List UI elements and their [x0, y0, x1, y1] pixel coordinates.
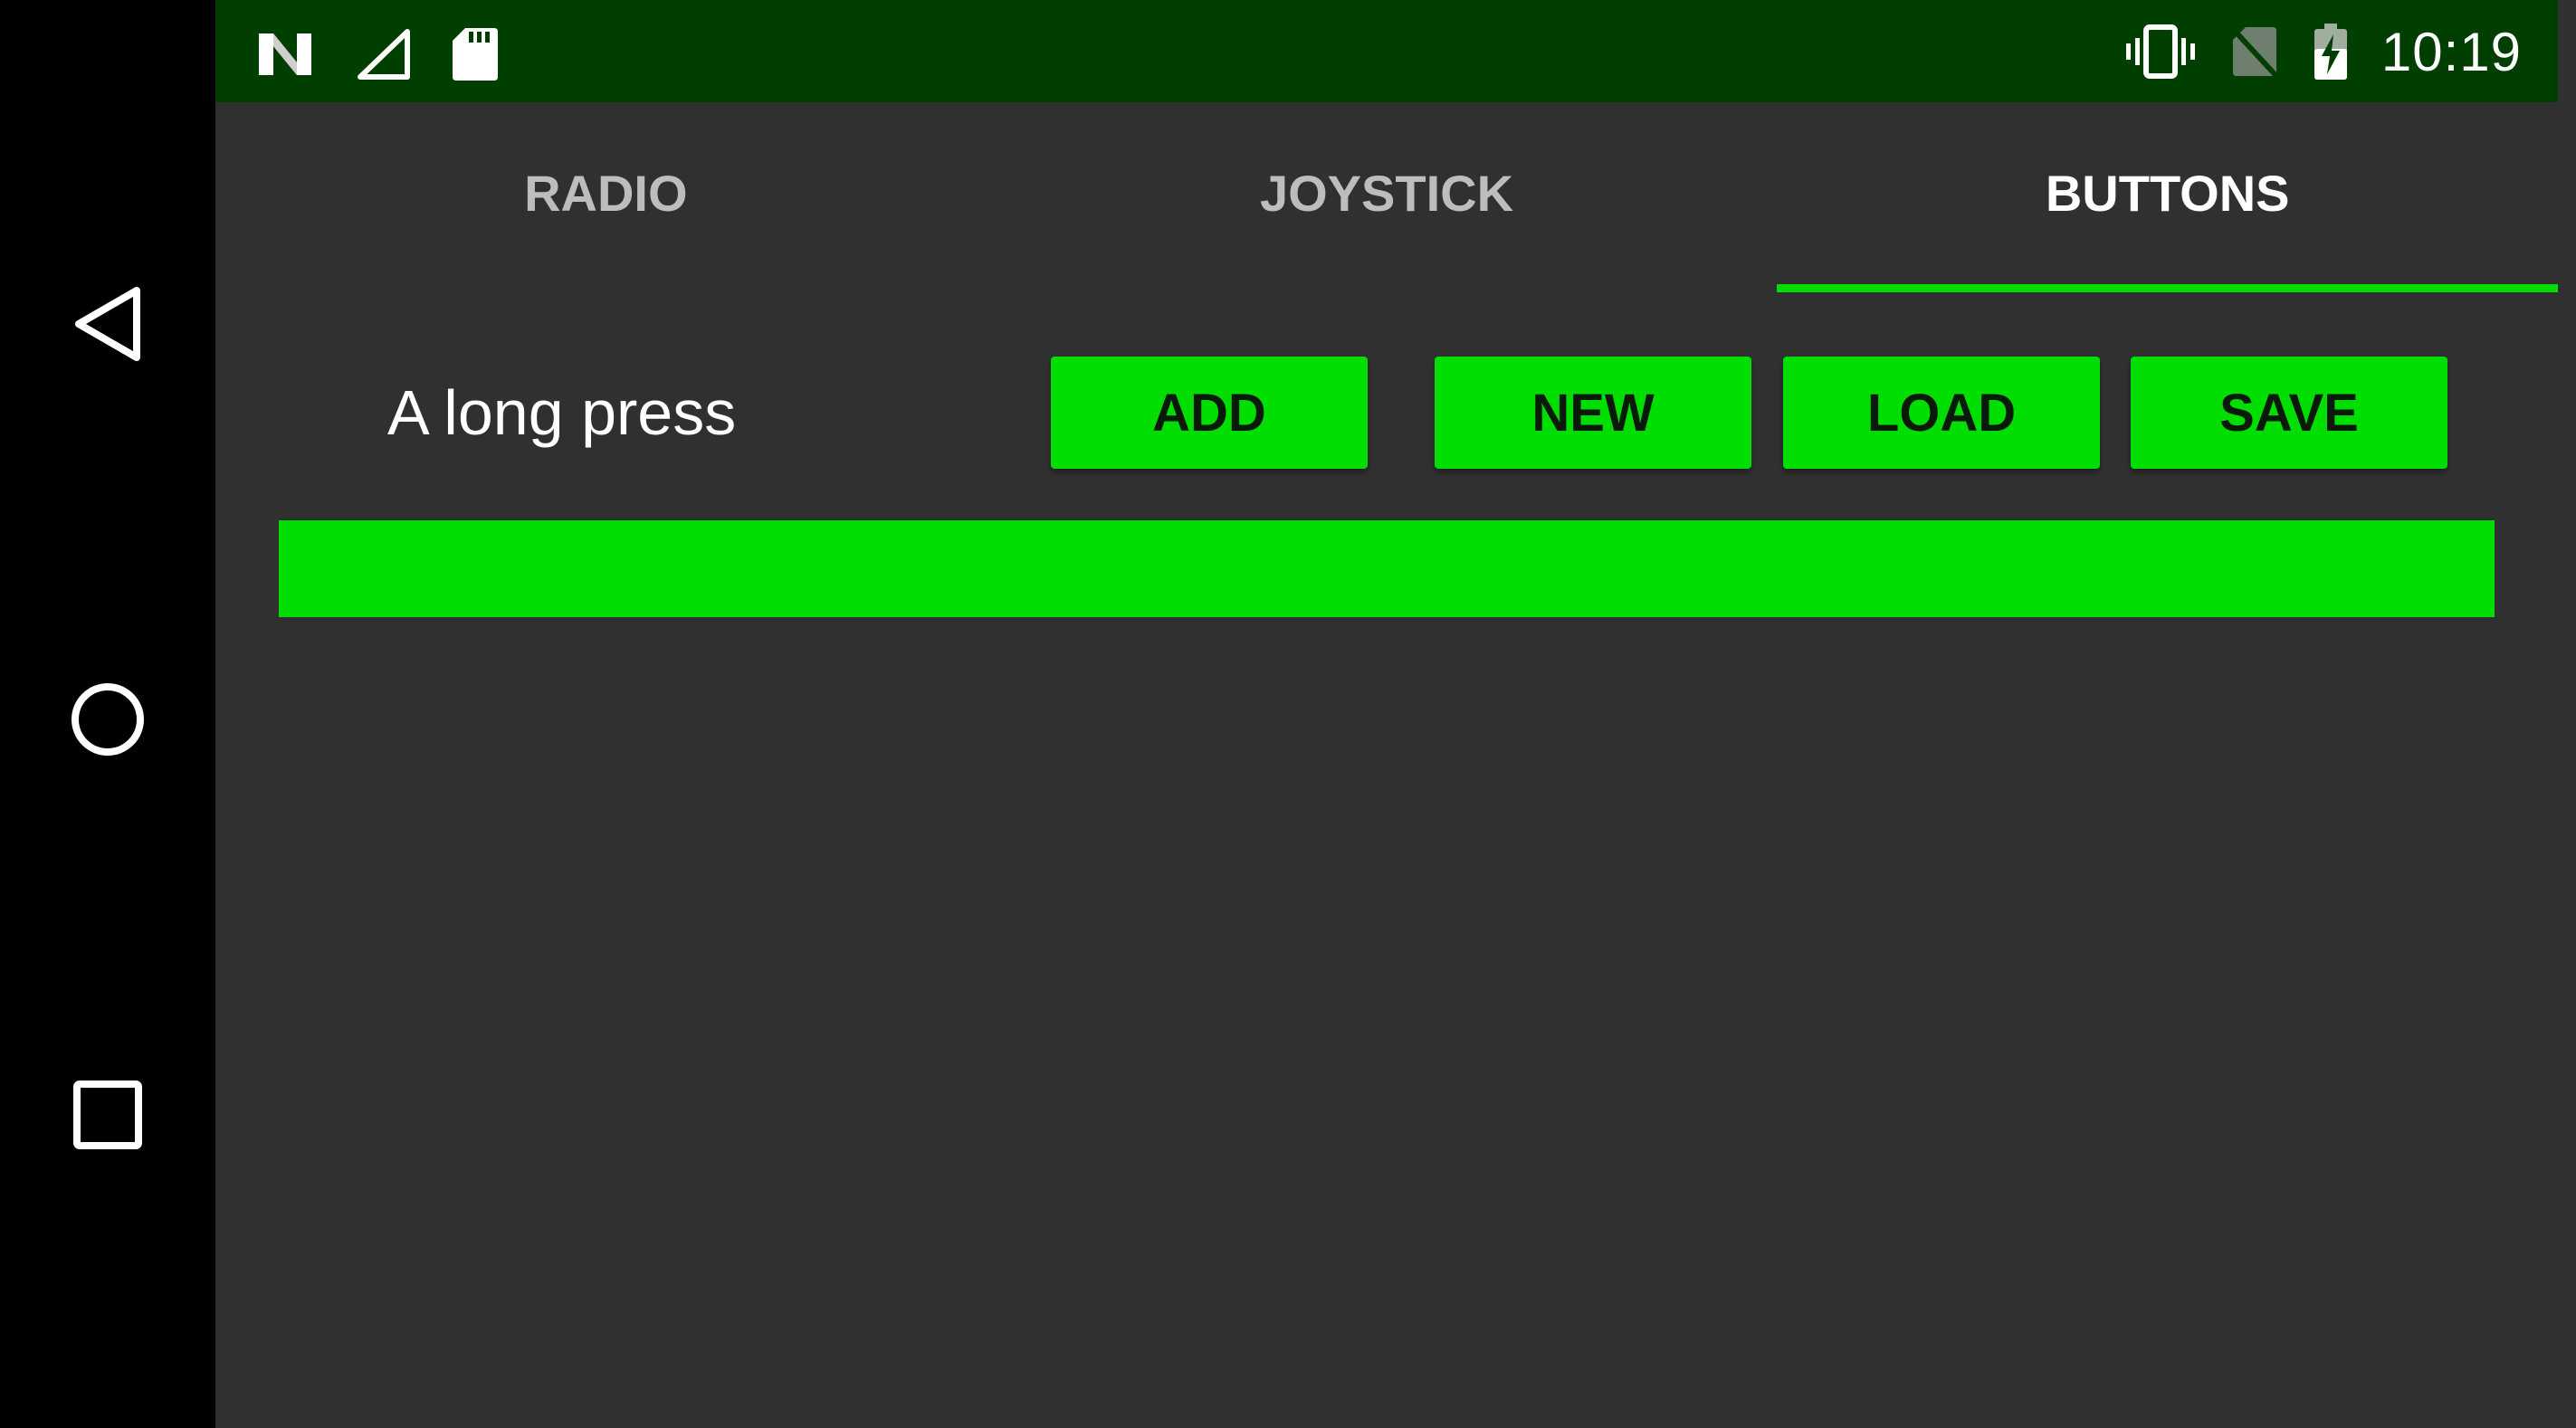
tab-buttons[interactable]: BUTTONS — [1777, 102, 2559, 292]
dropdown-selected-value: A long press — [387, 377, 737, 448]
edge-strip — [2558, 0, 2576, 1428]
green-action-button[interactable] — [279, 520, 2495, 617]
new-button[interactable]: NEW — [1435, 357, 1751, 469]
home-circle-icon — [72, 683, 144, 756]
tab-active-indicator — [1777, 284, 2559, 292]
navigation-bar — [0, 0, 215, 1428]
button-controls-row: A long press ADD NEW LOAD SAVE — [215, 357, 2558, 469]
add-button[interactable]: ADD — [1051, 357, 1368, 469]
back-button[interactable] — [62, 279, 153, 369]
device-screen: 10:19 RADIO JOYSTICK BUTTONS A long pres… — [0, 0, 2576, 1428]
load-button[interactable]: LOAD — [1783, 357, 2100, 469]
vibrate-icon — [2125, 24, 2195, 79]
sd-card-icon — [453, 28, 498, 81]
back-icon — [75, 287, 140, 361]
save-button[interactable]: SAVE — [2131, 357, 2447, 469]
status-bar: 10:19 — [215, 0, 2558, 102]
tab-bar: RADIO JOYSTICK BUTTONS — [215, 102, 2559, 292]
tab-buttons-label: BUTTONS — [2045, 164, 2290, 222]
battery-charging-icon — [2314, 24, 2347, 80]
tab-radio[interactable]: RADIO — [215, 102, 997, 292]
app-window: 10:19 RADIO JOYSTICK BUTTONS A long pres… — [215, 0, 2576, 1428]
n-logo-icon — [259, 33, 311, 75]
status-right-icons: 10:19 — [2124, 20, 2522, 83]
recents-square-icon — [73, 1081, 142, 1149]
no-sim-icon — [2230, 26, 2279, 79]
tab-joystick[interactable]: JOYSTICK — [997, 102, 1778, 292]
status-clock: 10:19 — [2380, 21, 2522, 82]
recents-button[interactable] — [62, 1070, 153, 1160]
signal-icon — [358, 29, 410, 80]
home-button[interactable] — [62, 674, 153, 765]
tab-radio-label: RADIO — [524, 164, 688, 222]
tab-joystick-label: JOYSTICK — [1259, 164, 1514, 222]
status-left-icons — [255, 27, 500, 81]
